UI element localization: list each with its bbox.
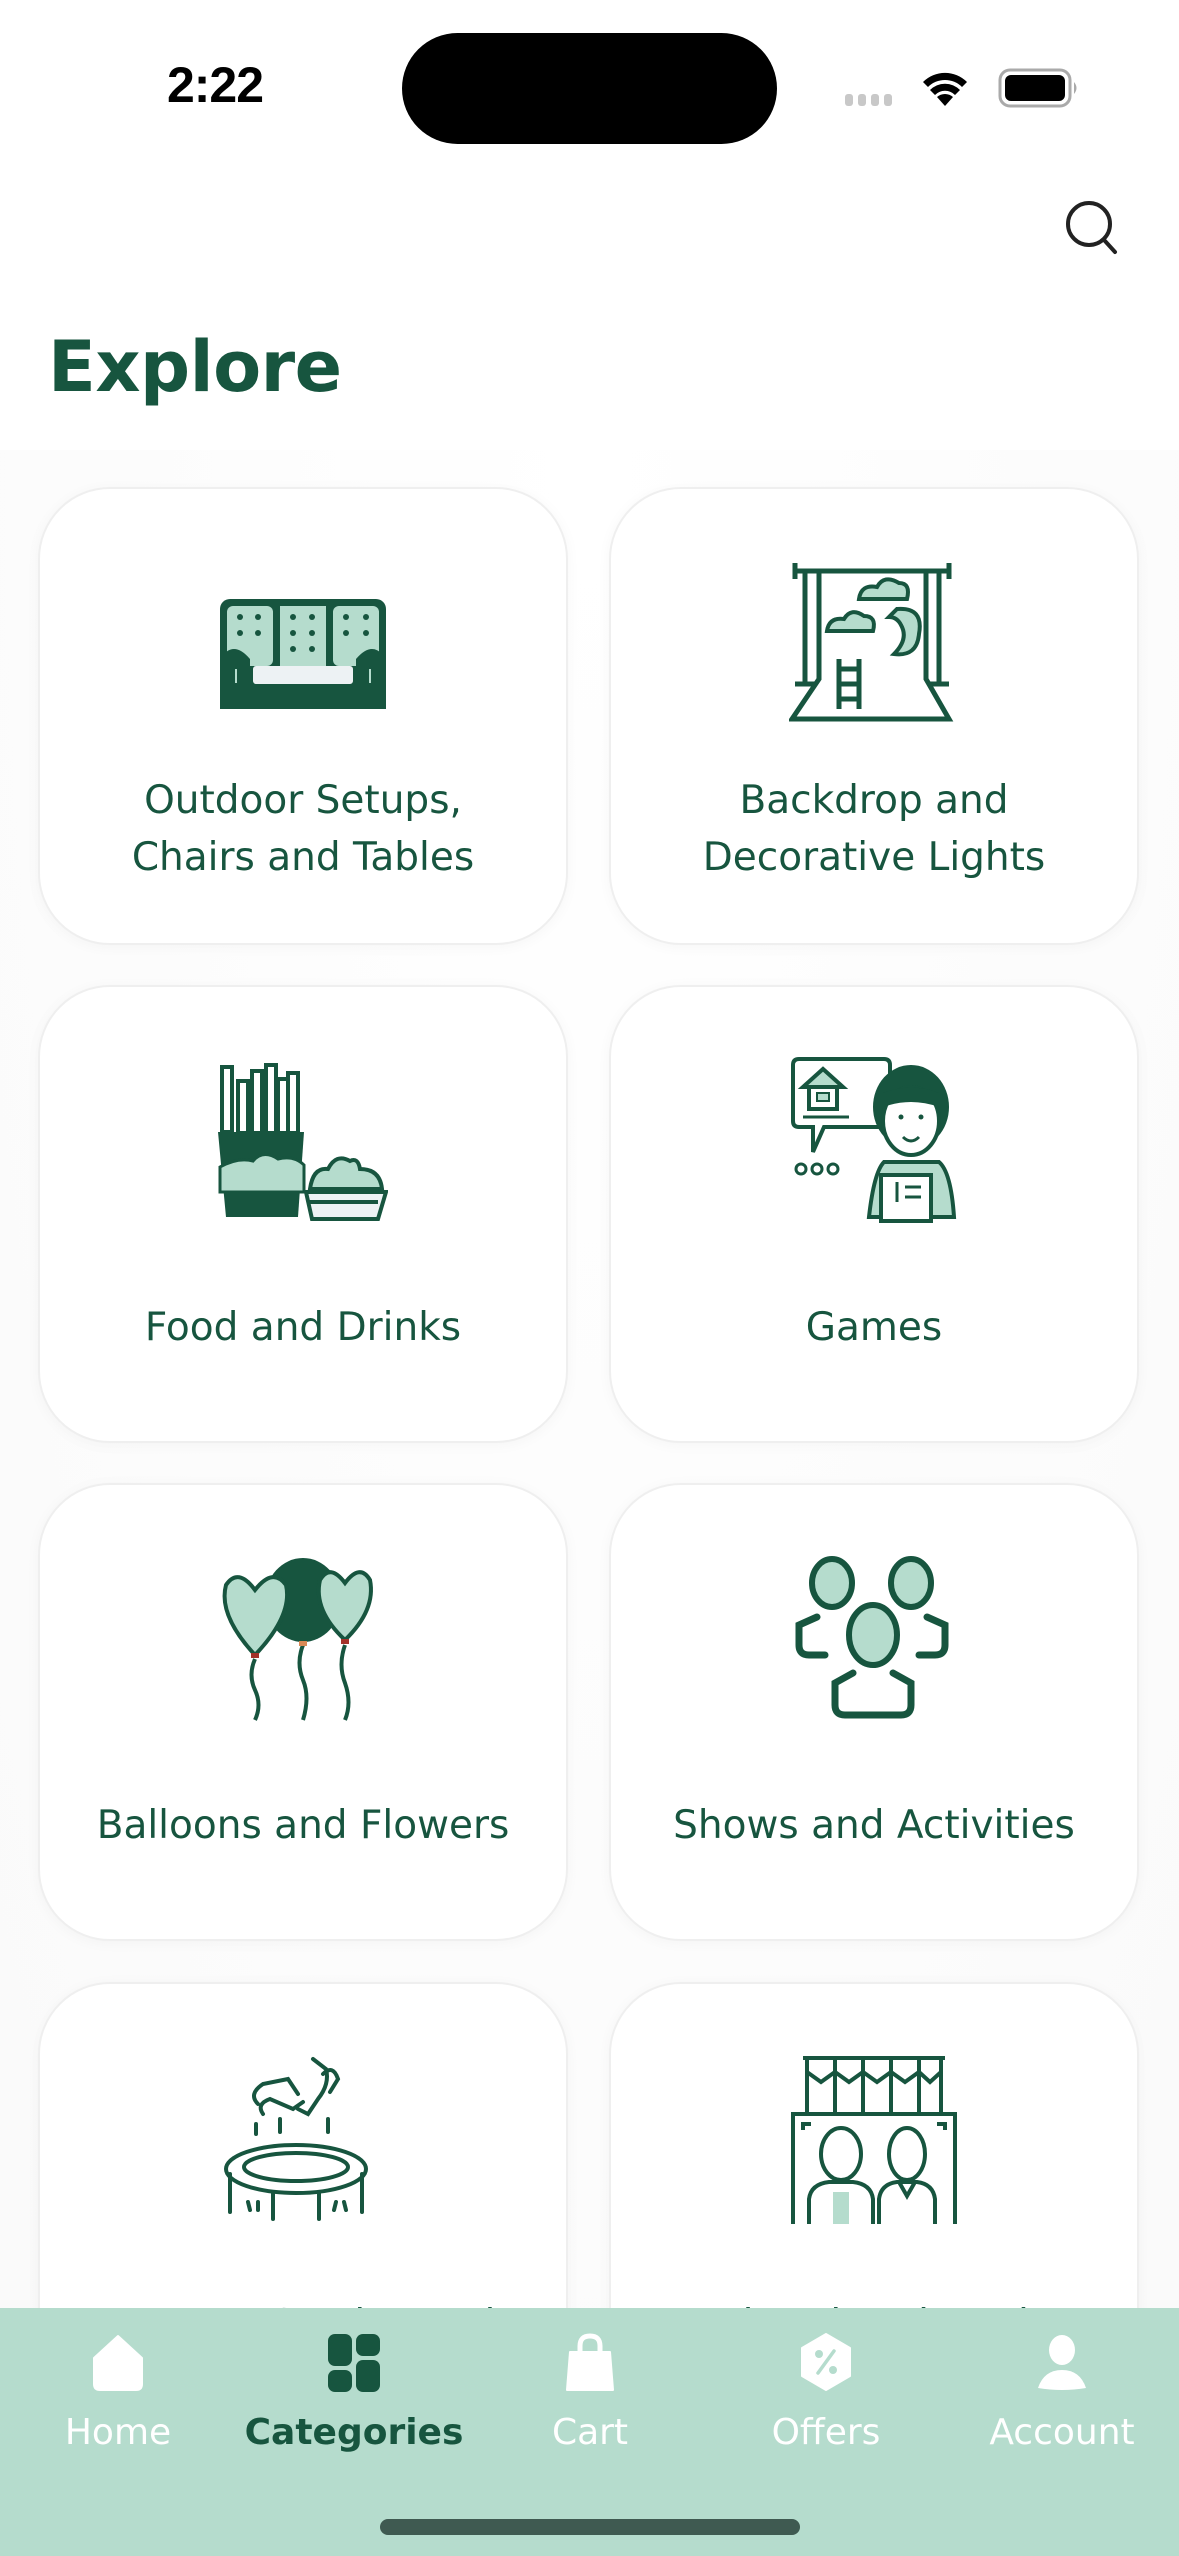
tab-cart[interactable]: Cart bbox=[472, 2308, 708, 2478]
wifi-icon bbox=[923, 72, 967, 106]
battery-icon bbox=[998, 68, 1077, 108]
tab-home[interactable]: Home bbox=[0, 2308, 236, 2478]
page-title: Explore bbox=[48, 326, 342, 408]
photobooth-icon bbox=[791, 2056, 957, 2224]
backdrop-icon bbox=[789, 563, 954, 722]
dynamic-island bbox=[402, 33, 777, 144]
user-icon bbox=[1038, 2335, 1086, 2390]
status-bar: 2:22 bbox=[0, 0, 1179, 150]
group-people-icon bbox=[795, 1556, 949, 1719]
game-host-icon bbox=[791, 1057, 957, 1223]
category-label: Food and Drinks bbox=[144, 1305, 462, 1350]
cellular-signal-icon bbox=[845, 94, 892, 106]
search-button[interactable] bbox=[1060, 195, 1126, 261]
fries-food-icon bbox=[218, 1063, 388, 1221]
tab-offers[interactable]: Offers bbox=[708, 2308, 944, 2478]
home-indicator[interactable] bbox=[380, 2519, 800, 2535]
category-card-photobooth[interactable]: Photobooth and bbox=[609, 1982, 1139, 2310]
tab-account[interactable]: Account bbox=[944, 2308, 1179, 2478]
status-time: 2:22 bbox=[166, 57, 264, 113]
category-label: Games bbox=[805, 1305, 943, 1350]
balloons-icon bbox=[222, 1558, 373, 1721]
category-card-outdoor-setups[interactable]: Outdoor Setups, Chairs and Tables bbox=[38, 487, 568, 945]
category-label: Outdoor Setups, Chairs and Tables bbox=[131, 778, 475, 880]
category-label: Backdrop and Decorative Lights bbox=[702, 778, 1046, 880]
discount-tag-icon bbox=[801, 2333, 851, 2391]
category-card-games[interactable]: Games bbox=[609, 985, 1139, 1443]
category-card-backdrop[interactable]: Backdrop and Decorative Lights bbox=[609, 487, 1139, 945]
category-card-shows-and-activities[interactable]: Shows and Activities bbox=[609, 1483, 1139, 1941]
category-card-bouncy-castles[interactable]: Bouncy Castles and bbox=[38, 1982, 568, 2310]
category-label: Balloons and Flowers bbox=[96, 1803, 510, 1848]
category-card-balloons-and-flowers[interactable]: Balloons and Flowers bbox=[38, 1483, 568, 1941]
categories-grid-icon bbox=[328, 2334, 380, 2392]
shopping-bag-icon bbox=[566, 2333, 614, 2391]
sofa-icon bbox=[220, 599, 386, 709]
category-grid[interactable]: Outdoor Setups, Chairs and Tables Backdro… bbox=[0, 450, 1179, 2310]
home-icon bbox=[93, 2335, 143, 2391]
category-label: Shows and Activities bbox=[673, 1803, 1075, 1848]
tab-categories[interactable]: Categories bbox=[236, 2308, 472, 2478]
category-card-food-and-drinks[interactable]: Food and Drinks bbox=[38, 985, 568, 1443]
search-icon bbox=[1066, 201, 1117, 254]
trampoline-icon bbox=[224, 2057, 368, 2221]
